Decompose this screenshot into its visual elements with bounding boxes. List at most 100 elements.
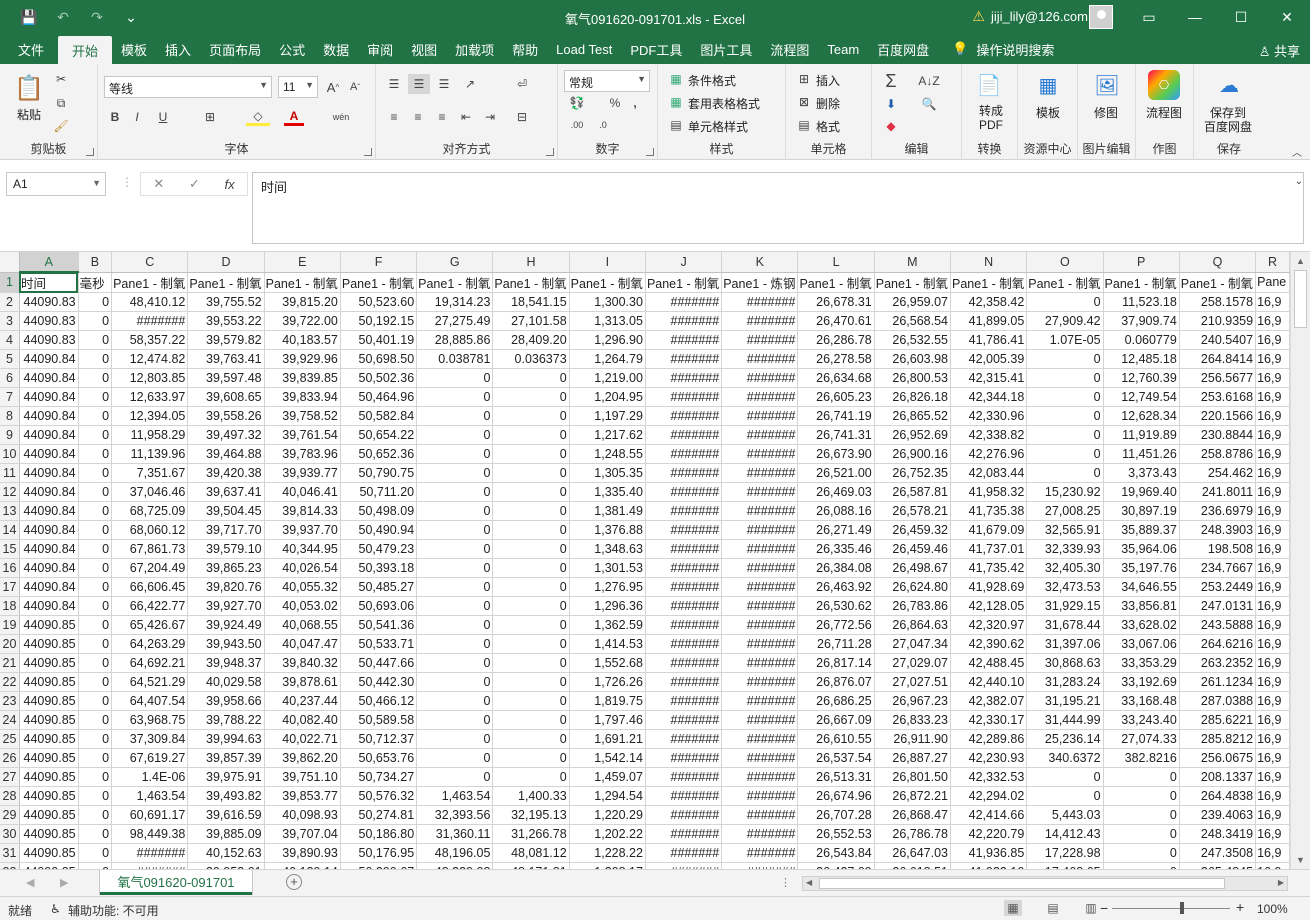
cell[interactable]: 39,493.82 [187,786,265,806]
cell[interactable]: 26,459.32 [874,520,952,540]
cell[interactable]: ####### [721,292,799,312]
cell[interactable]: ####### [645,539,723,559]
cell[interactable]: 39,865.23 [187,558,265,578]
share-button[interactable]: ♙ 共享 [1259,41,1300,60]
cell[interactable]: 33,168.48 [1103,691,1180,711]
cell[interactable]: 11,919.89 [1103,425,1180,445]
cell[interactable]: 39,597.48 [187,368,265,388]
cell[interactable]: 33,067.06 [1103,634,1180,654]
cell[interactable]: 0 [1026,463,1104,483]
wrap-text-icon[interactable]: ⏎ [510,74,534,94]
cell[interactable]: 42,358.42 [950,292,1028,312]
cell[interactable]: 39,717.70 [187,520,265,540]
cell[interactable]: 0 [78,710,113,730]
tab-formulas[interactable]: 公式 [270,34,314,64]
cell[interactable]: 0 [416,653,494,673]
cell[interactable]: 33,243.40 [1103,710,1180,730]
cell[interactable]: 42,330.17 [950,710,1028,730]
cell[interactable]: 1,414.53 [569,634,646,654]
sort-filter-icon[interactable]: A↓Z [916,70,942,92]
cell[interactable]: 50,541.36 [340,615,418,635]
cell[interactable]: 65,426.67 [111,615,189,635]
cell[interactable]: 31,195.21 [1026,691,1104,711]
cell[interactable]: 16,9 [1255,634,1290,654]
cell[interactable]: 0 [78,748,113,768]
cell[interactable]: 0 [416,482,494,502]
avatar[interactable] [1089,5,1113,29]
cell[interactable]: 37,046.46 [111,482,189,502]
cell[interactable]: ####### [721,368,799,388]
cell[interactable]: 44090.84 [19,463,79,483]
cell[interactable]: 16,9 [1255,786,1290,806]
cell[interactable]: 50,654.22 [340,425,418,445]
cell[interactable]: ####### [645,596,723,616]
cell[interactable]: ####### [645,406,723,426]
comma-style-icon[interactable]: , [626,94,644,112]
cell[interactable]: 26,513.31 [797,767,875,787]
font-color-icon[interactable]: A [284,108,304,126]
cell[interactable]: 31,678.44 [1026,615,1104,635]
cell[interactable]: 26,543.84 [797,843,875,863]
tab-picture-tools[interactable]: 图片工具 [691,34,761,64]
middle-align-icon[interactable]: ☰ [408,74,430,94]
cell[interactable]: ####### [645,729,723,749]
cell[interactable]: 50,790.75 [340,463,418,483]
cell[interactable]: 32,473.53 [1026,577,1104,597]
cell[interactable]: 39,857.39 [187,748,265,768]
cell[interactable]: 39,833.94 [264,387,341,407]
cell[interactable]: 50,479.23 [340,539,418,559]
cell[interactable]: 0 [78,786,113,806]
cell[interactable]: 50,652.36 [340,444,418,464]
cell[interactable]: 66,422.77 [111,596,189,616]
cell[interactable]: 0 [78,767,113,787]
column-header[interactable]: N [950,252,1028,273]
cell[interactable]: ####### [721,596,799,616]
cell[interactable]: 15,230.92 [1026,482,1104,502]
cell[interactable]: 0 [416,577,494,597]
cell[interactable]: 0 [416,691,494,711]
flowchart-button[interactable]: 流程图 [1146,104,1182,121]
cancel-icon[interactable]: ✕ [153,176,164,192]
cell[interactable]: 0 [1026,767,1104,787]
cell[interactable]: ####### [645,558,723,578]
cell[interactable]: 41,737.01 [950,539,1028,559]
cell[interactable]: 30,897.19 [1103,501,1180,521]
cell[interactable]: 26,817.14 [797,653,875,673]
cell[interactable]: 0 [1103,824,1180,844]
cell-styles-icon[interactable]: ▤ [668,116,684,134]
cell[interactable]: 0 [492,634,570,654]
cell[interactable]: 16,9 [1255,444,1290,464]
align-center-icon[interactable]: ≡ [408,108,428,126]
cell[interactable]: ####### [721,349,799,369]
cell[interactable]: ####### [721,406,799,426]
cell[interactable]: 16,9 [1255,406,1290,426]
cell[interactable]: 14,412.43 [1026,824,1104,844]
row-header[interactable]: 3 [0,311,20,331]
row-header[interactable]: 18 [0,596,20,616]
cell[interactable]: 44090.85 [19,653,79,673]
cell[interactable]: 12,633.97 [111,387,189,407]
cell[interactable]: 42,440.10 [950,672,1028,692]
cell[interactable]: 16,9 [1255,577,1290,597]
tab-team[interactable]: Team [818,34,868,64]
cell[interactable]: 50,498.09 [340,501,418,521]
tab-file[interactable]: 文件 [4,34,58,64]
cell[interactable]: ####### [721,387,799,407]
cell[interactable]: 39,853.77 [264,786,341,806]
cell[interactable]: ####### [721,748,799,768]
scroll-down-icon[interactable]: ▼ [1296,855,1305,865]
cell[interactable]: 0 [492,710,570,730]
cell[interactable]: Pane1 - 制氧 [874,272,952,293]
row-header[interactable]: 14 [0,520,20,540]
cell[interactable]: 0 [78,330,113,350]
cell[interactable]: 41,899.05 [950,311,1028,331]
cell[interactable]: 27,101.58 [492,311,570,331]
cell[interactable]: 0 [416,729,494,749]
cell[interactable]: 26,498.67 [874,558,952,578]
cell[interactable]: 39,878.61 [264,672,341,692]
cell[interactable]: 40,152.63 [187,843,265,863]
cell[interactable]: 44090.84 [19,501,79,521]
cell[interactable]: 16,9 [1255,539,1290,559]
cell[interactable]: Pane1 - 制氧 [569,272,646,293]
scrollbar-thumb[interactable] [1294,270,1307,328]
